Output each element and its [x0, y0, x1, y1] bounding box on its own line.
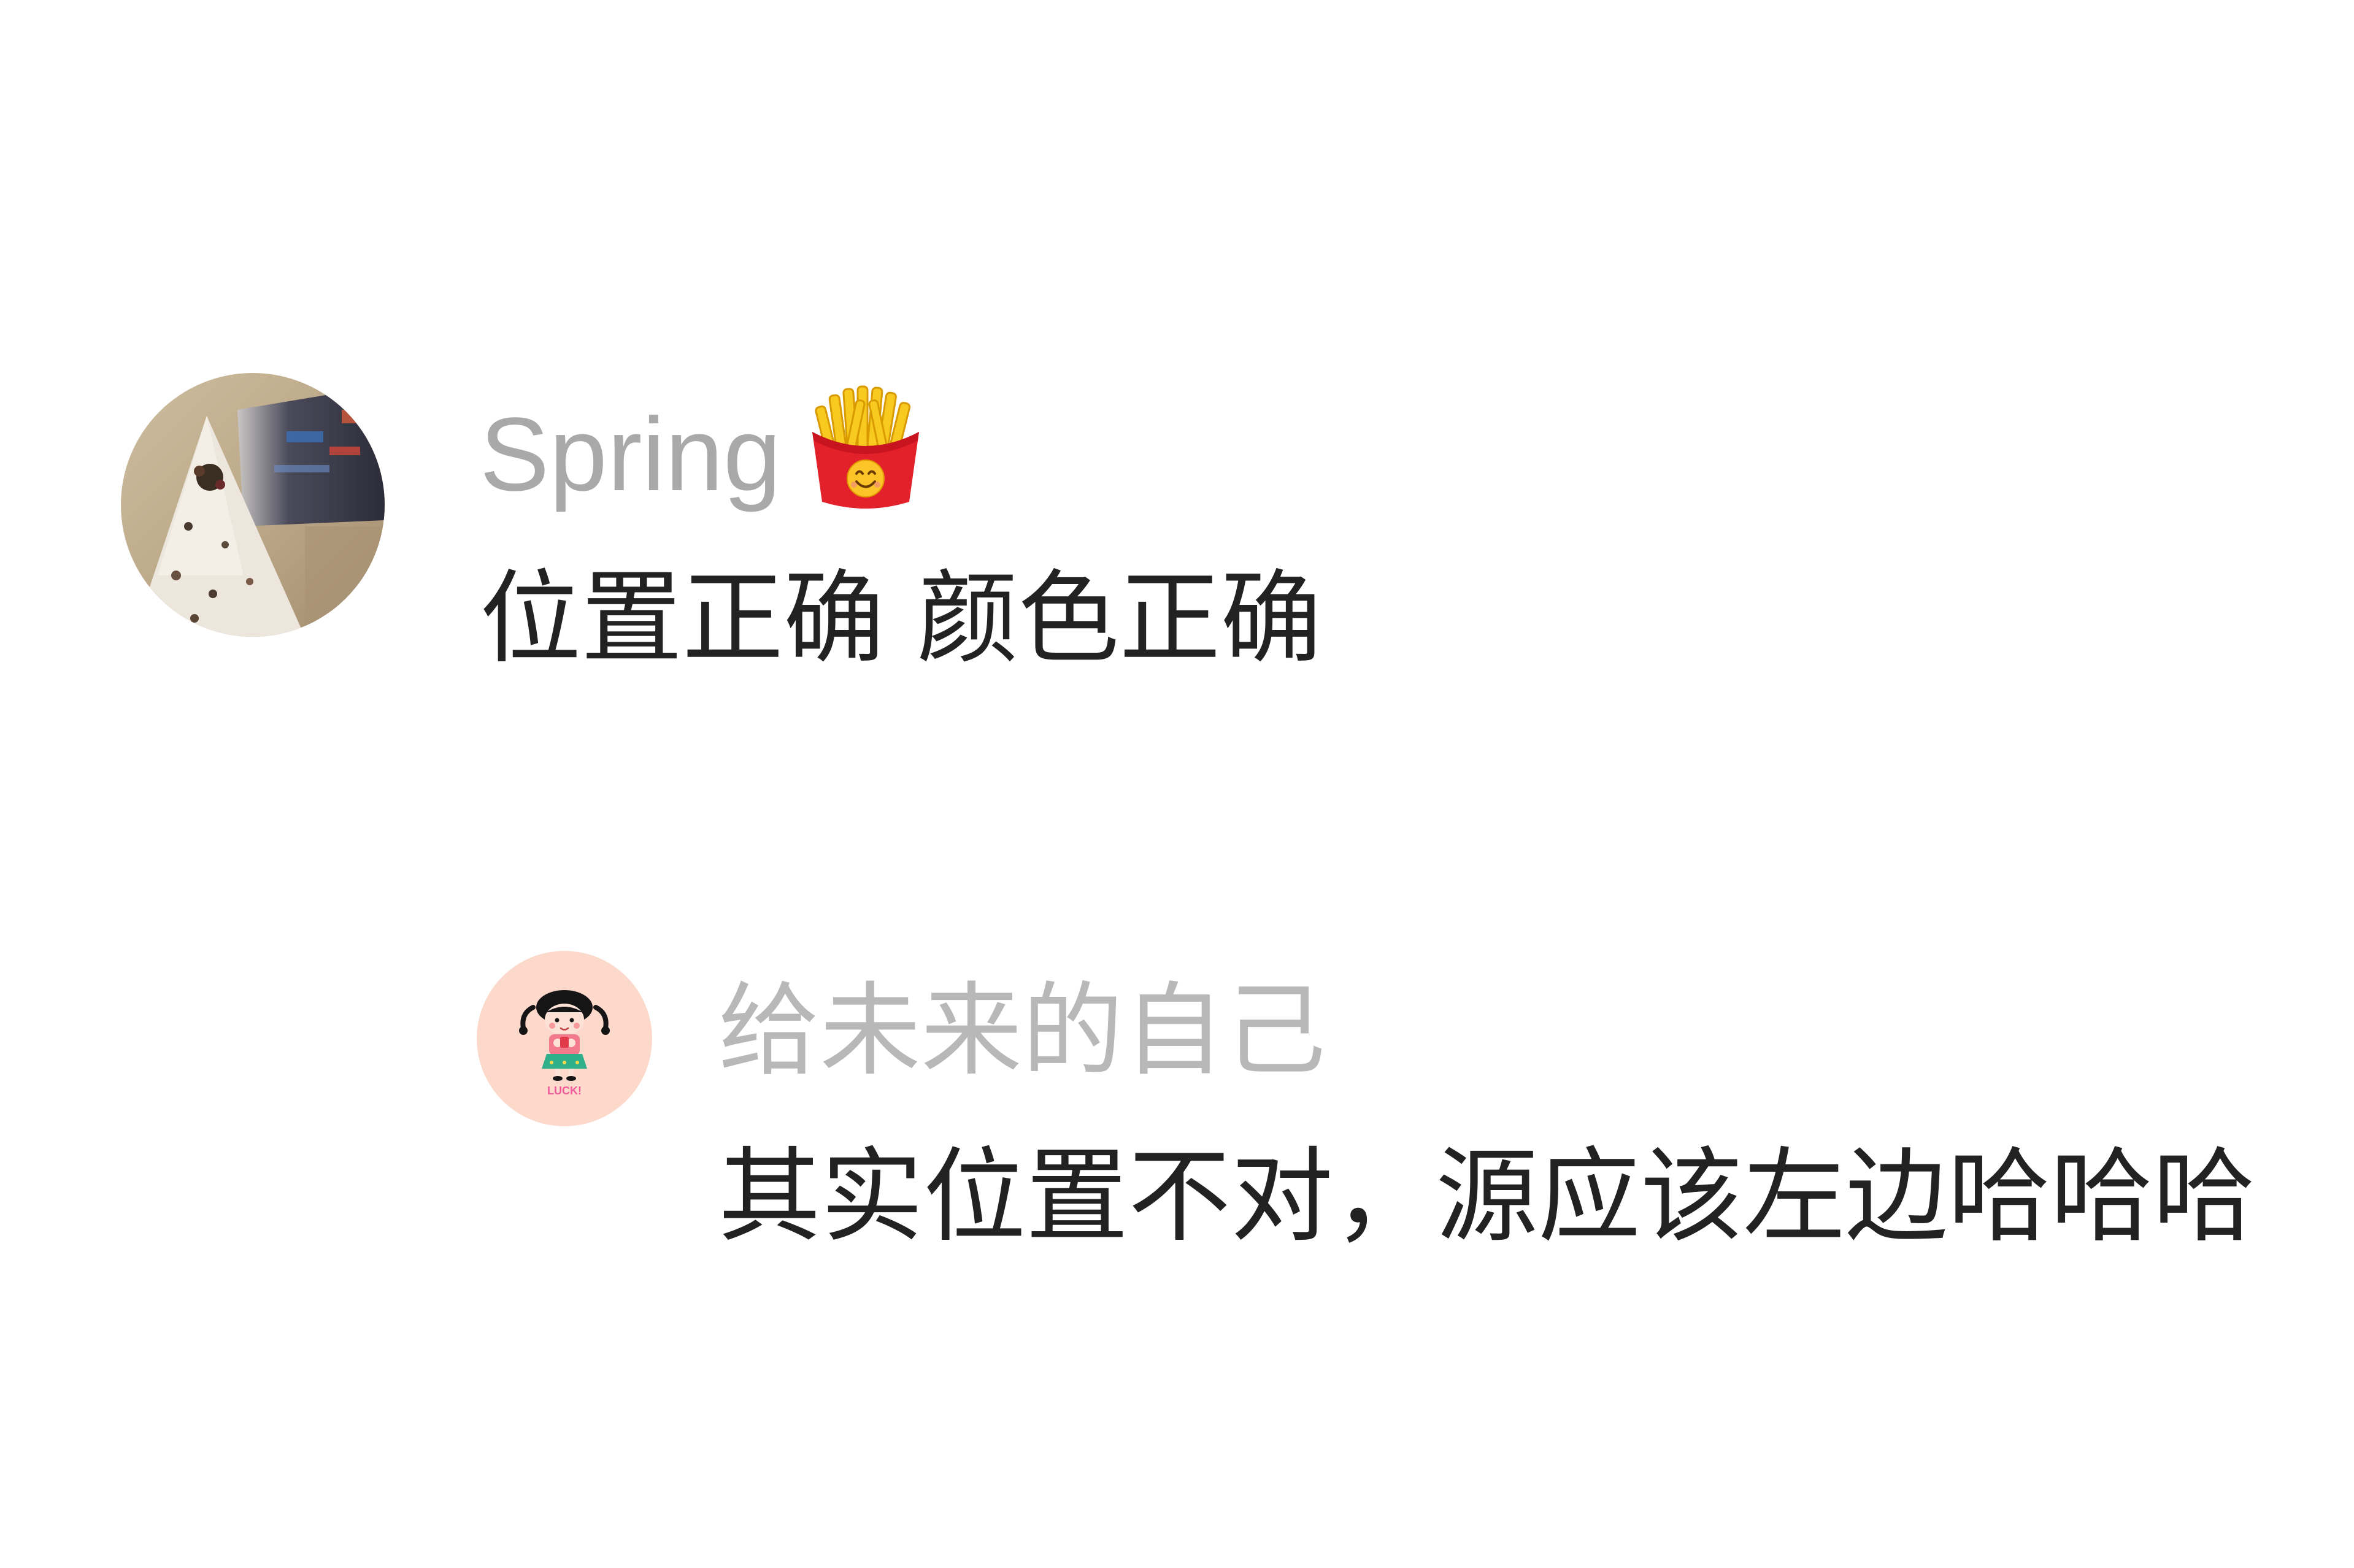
french-fries-icon [807, 382, 924, 513]
comment-thread: Spring 位置正确 颜色正确 LUCK! 给未来的自己 其实位置不对，源应该… [0, 0, 2354, 1568]
reply-user-avatar[interactable]: LUCK! [477, 951, 652, 1126]
avatar-badge-text: LUCK! [547, 1085, 582, 1097]
username-row: Spring [480, 385, 919, 516]
user-avatar[interactable] [121, 373, 385, 637]
reply-text[interactable]: 其实位置不对，源应该左边哈哈哈 [718, 1136, 2255, 1258]
reply-username-row: 给未来的自己 [718, 969, 1326, 1092]
reply-username[interactable]: 给未来的自己 [718, 974, 1326, 1087]
christmas-tree-photo-icon [121, 373, 385, 637]
username[interactable]: Spring [480, 396, 781, 513]
cartoon-girl-icon: LUCK! [477, 951, 652, 1126]
comment-text[interactable]: 位置正确 颜色正确 [480, 557, 1321, 680]
